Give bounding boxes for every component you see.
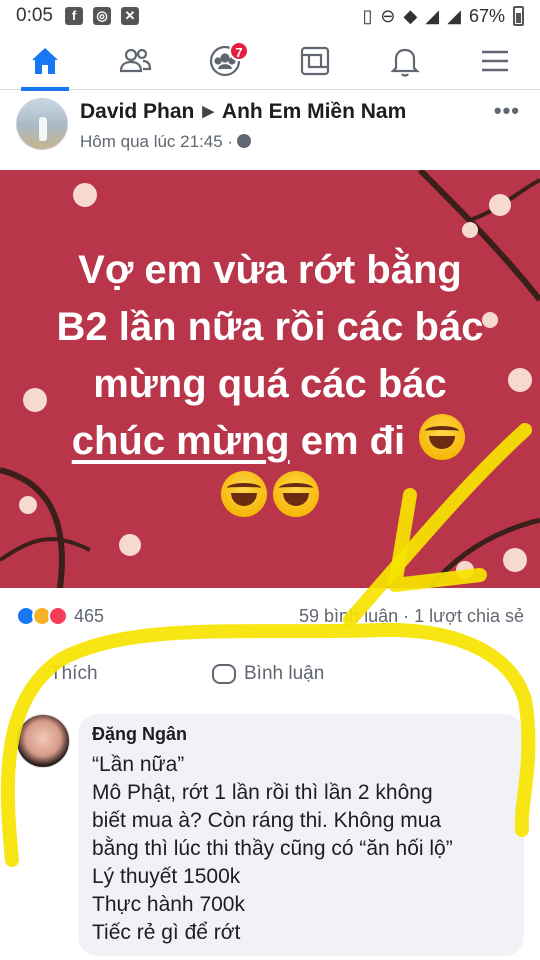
app-notification-icon-2: ✕ [120,7,139,25]
post-time: Hôm qua lúc 21:45 · [80,132,252,152]
comment-bubble-icon [212,664,236,684]
dnd-icon: ⊖ [380,5,396,26]
more-options-button[interactable]: ••• [494,98,520,124]
post-actions: Thích Bình luận [0,650,540,698]
facebook-notification-icon: f [64,7,83,25]
banner-line-2: B2 lần nữa rồi các bác [56,305,484,349]
nav-friends[interactable] [105,32,165,90]
banner-underlined-text: chúc mừng [71,419,290,463]
pages-icon [300,46,330,75]
status-right: ▯ ⊖ ◆ ◢ ◢ 67% [362,6,524,27]
nav-pages[interactable] [285,32,345,90]
vibrate-icon: ▯ [362,5,373,26]
comments-shares-count[interactable]: 59 bình luận · 1 lượt chia sẻ [299,606,524,627]
laughing-emoji-icon [419,414,466,460]
banner-text: Vợ em vừa rớt bằng B2 lần nữa rồi các bá… [0,242,540,527]
home-icon [32,47,58,74]
signal-icon-2: ◢ [447,5,461,26]
like-button[interactable]: Thích [50,663,98,685]
battery-icon [513,6,524,26]
comment-bubble: Đặng Ngân “Lần nữa” Mô Phật, rớt 1 lần r… [78,714,524,956]
comment-line: Thực hành 700k [92,893,245,916]
comment-line: biết mua à? Còn ráng thi. Không mua [92,809,442,832]
nav-menu[interactable] [465,32,525,90]
status-time: 0:05 [16,5,53,26]
nav-notifications[interactable] [375,32,435,90]
hamburger-menu-icon [482,50,508,71]
comment-line: Tiếc rẻ gì để rớt [92,921,241,944]
nav-groups[interactable]: 7 [195,32,255,90]
banner-line-3: mừng quá các bác [93,362,447,406]
signal-icon: ◢ [425,5,440,26]
friends-icon [119,48,152,72]
group-name[interactable]: Anh Em Miền Nam [222,100,406,123]
top-nav: 7 [0,32,540,91]
commenter-name[interactable]: Đặng Ngân [92,724,510,745]
laughing-emoji-icon [221,471,267,517]
banner-line-5 [0,470,540,527]
comment-line: “Lần nữa” [92,753,185,776]
battery-percent: 67% [468,5,505,26]
author-avatar[interactable] [16,98,68,150]
arrow-right-icon: ▶ [202,103,214,120]
groups-badge: 7 [229,40,249,61]
reaction-icons[interactable] [16,606,68,626]
post-banner[interactable]: Vợ em vừa rớt bằng B2 lần nữa rồi các bá… [0,170,540,588]
commenter-avatar[interactable] [16,714,70,768]
app-notification-icon: ◎ [92,7,111,25]
post-header: David Phan ▶ Anh Em Miền Nam Hôm qua lúc 2… [0,92,540,162]
comment-label: Bình luận [244,663,325,684]
comment-line: bằng thì lúc thi thầy cũng có “ăn hối lộ… [92,837,453,860]
bell-icon [390,48,420,77]
banner-line-4-rest: em đi [289,419,406,463]
comment-button[interactable]: Bình luận [212,663,324,685]
status-bar: 0:05 f ◎ ✕ ▯ ⊖ ◆ ◢ ◢ 67% [0,0,540,32]
globe-icon [237,134,252,148]
reactions-count[interactable]: 465 [74,606,104,627]
wifi-icon: ◆ [403,5,418,26]
nav-home[interactable] [15,32,75,91]
banner-line-4: chúc mừng em đi [0,413,540,470]
banner-line-1: Vợ em vừa rớt bằng [78,248,462,292]
comment-line: Lý thuyết 1500k [92,865,241,888]
laughing-emoji-icon [273,471,319,517]
love-reaction-icon [48,606,68,626]
comment-line: Mô Phật, rớt 1 lần rồi thì lần 2 không [92,781,433,804]
author-line: David Phan ▶ Anh Em Miền Nam [80,100,406,124]
like-label: Thích [50,663,98,684]
post-timestamp[interactable]: Hôm qua lúc 21:45 · [80,132,233,151]
post-stats: 465 59 bình luận · 1 lượt chia sẻ [0,596,540,636]
screen: 0:05 f ◎ ✕ ▯ ⊖ ◆ ◢ ◢ 67% 7 David Phan ▶ … [0,0,540,960]
author-name[interactable]: David Phan [80,100,194,123]
